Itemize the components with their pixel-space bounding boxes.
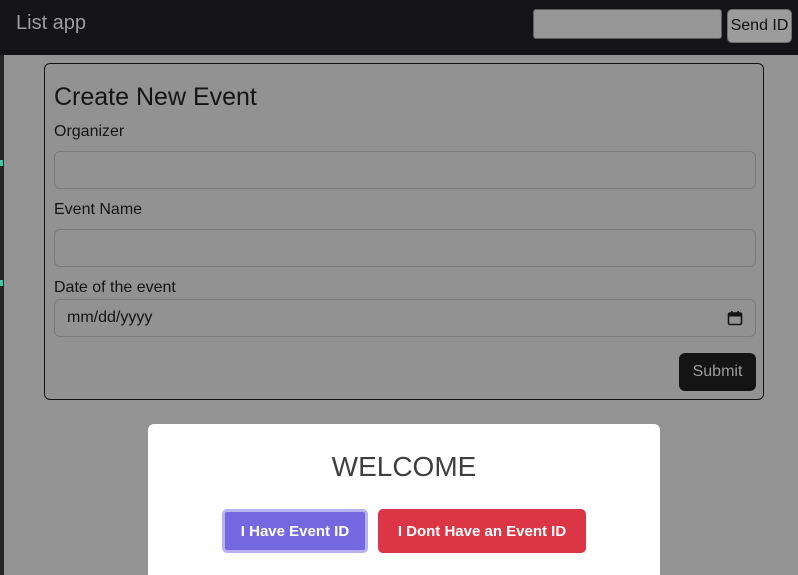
event-name-input[interactable] bbox=[54, 229, 756, 267]
date-placeholder: mm/dd/yyyy bbox=[67, 309, 153, 326]
welcome-modal: WELCOME I Have Event ID I Dont Have an E… bbox=[148, 424, 660, 575]
have-event-id-button[interactable]: I Have Event ID bbox=[222, 509, 368, 553]
send-id-button[interactable]: Send ID bbox=[727, 9, 792, 43]
no-event-id-button[interactable]: I Dont Have an Event ID bbox=[378, 509, 586, 553]
modal-title: WELCOME bbox=[331, 451, 477, 482]
navbar: List app Send ID bbox=[0, 0, 798, 55]
create-event-form: Create New Event Organizer Event Name Da… bbox=[44, 63, 764, 400]
form-title: Create New Event bbox=[54, 83, 257, 111]
organizer-input[interactable] bbox=[54, 151, 756, 189]
calendar-icon[interactable] bbox=[727, 310, 743, 326]
brand-title[interactable]: List app bbox=[16, 12, 86, 35]
date-input[interactable]: mm/dd/yyyy bbox=[54, 299, 756, 337]
event-name-label: Event Name bbox=[54, 201, 143, 218]
event-id-input[interactable] bbox=[533, 9, 722, 39]
page: List app Send ID Create New Event Organi… bbox=[0, 0, 798, 575]
date-label: Date of the event bbox=[54, 279, 176, 296]
editor-strip bbox=[0, 55, 4, 575]
organizer-label: Organizer bbox=[54, 123, 125, 140]
submit-button[interactable]: Submit bbox=[679, 353, 756, 391]
